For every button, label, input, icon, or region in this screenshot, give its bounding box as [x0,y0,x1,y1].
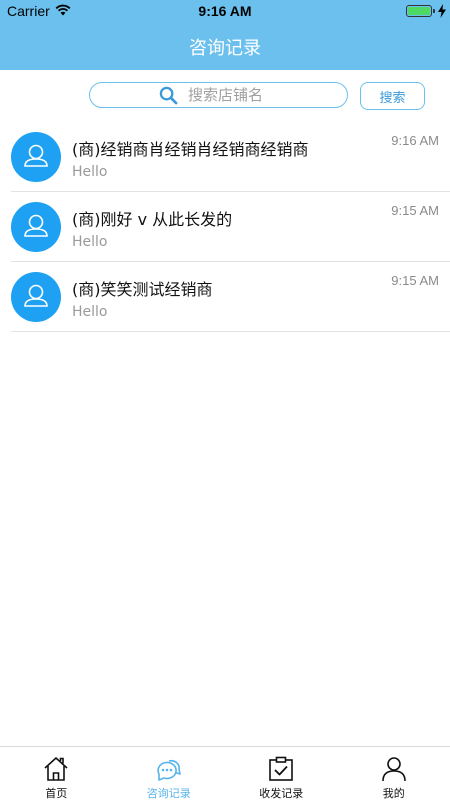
conversation-message: Hello [72,304,108,320]
conversation-name: (商)经销商肖经销肖经销商经销商 [72,140,309,159]
user-avatar-icon [24,284,48,307]
conversation-message: Hello [72,234,108,250]
conversation-row[interactable]: (商)刚好 v 从此长发的 9:15 AM Hello [0,192,450,262]
avatar [11,272,61,322]
conversation-time: 9:16 AM [391,133,439,148]
avatar [11,132,61,182]
avatar [11,202,61,252]
tab-label: 咨询记录 [146,787,191,800]
tab-bar: 首页 咨询记录 收发记录 我的 [0,746,450,800]
battery-icon [406,5,432,17]
tab-label: 首页 [45,787,68,800]
page-title: 咨询记录 [189,38,261,59]
conversation-name: (商)笑笑测试经销商 [72,280,213,299]
tab-send-receive-records[interactable]: 收发记录 [225,747,338,800]
conversation-time: 9:15 AM [391,203,439,218]
tab-label: 我的 [382,787,405,800]
conversation-message: Hello [72,164,108,180]
battery-tip [433,9,435,13]
user-avatar-icon [24,214,48,237]
conversation-time: 9:15 AM [391,273,439,288]
clipboard-check-icon [269,756,294,781]
user-avatar-icon [24,144,48,167]
conversation-name: (商)刚好 v 从此长发的 [72,210,233,229]
conversation-row[interactable]: (商)笑笑测试经销商 9:15 AM Hello [0,262,450,332]
tab-home[interactable]: 首页 [0,747,113,800]
tab-mine[interactable]: 我的 [338,747,450,800]
chat-icon [157,759,181,781]
status-time: 9:16 AM [198,3,252,19]
search-icon [159,86,178,104]
conversation-row[interactable]: (商)经销商肖经销肖经销商经销商 9:16 AM Hello [0,122,450,192]
conversation-list: (商)经销商肖经销肖经销商经销商 9:16 AM Hello (商)刚好 v 从… [0,122,450,332]
charging-bolt-icon [438,4,446,18]
tab-label: 收发记录 [259,787,304,800]
person-icon [381,757,406,782]
navigation-bar: Carrier 9:16 AM 咨询记录 [0,0,450,70]
search-input[interactable] [188,86,278,104]
tab-consult-records[interactable]: 咨询记录 [113,747,226,800]
home-icon [44,757,68,781]
status-bar: Carrier 9:16 AM [0,0,450,22]
search-field[interactable] [89,82,348,108]
search-button[interactable]: 搜索 [360,82,425,110]
